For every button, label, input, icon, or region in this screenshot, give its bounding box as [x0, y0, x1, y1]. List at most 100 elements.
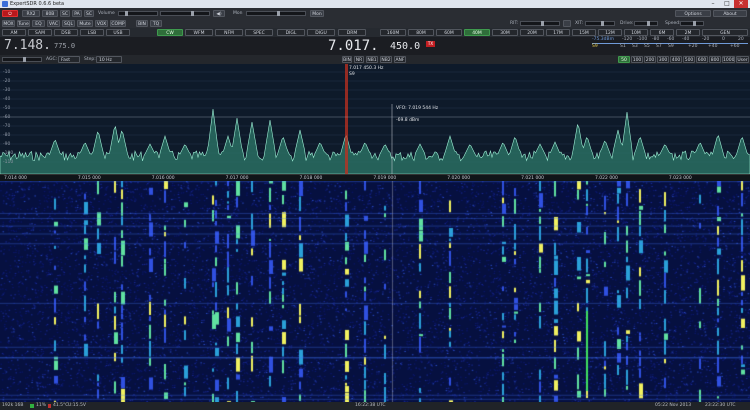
band-10m[interactable]: 10M [624, 29, 648, 36]
anf-button[interactable]: ANF [394, 56, 406, 63]
nb2-button[interactable]: NB2 [380, 56, 392, 63]
mon-button[interactable]: Mon [310, 10, 324, 17]
band-160m[interactable]: 160M [380, 29, 406, 36]
waterfall-display[interactable] [0, 181, 750, 402]
bin-dsp-button[interactable]: BIN [342, 56, 352, 63]
sample-select[interactable]: 80B [42, 10, 58, 17]
s-meter-bot-7: +40 [708, 44, 718, 49]
eq-button[interactable]: EQ [32, 20, 45, 27]
filter-50[interactable]: 50 [618, 56, 630, 63]
band-20m[interactable]: 20M [520, 29, 544, 36]
band-30m[interactable]: 30M [492, 29, 518, 36]
band-40m[interactable]: 40M [464, 29, 490, 36]
thermometer-icon [48, 404, 51, 408]
mox-button[interactable]: MOX [2, 20, 15, 27]
filter-400[interactable]: 400 [670, 56, 682, 63]
marker-s-level: S9 [349, 72, 355, 77]
rx-select[interactable]: RX2 [22, 10, 40, 17]
vfo-a-sub[interactable]: 775.0 [54, 42, 75, 50]
options-button[interactable]: Options [675, 10, 711, 17]
band-12m[interactable]: 12M [598, 29, 622, 36]
mute-button[interactable]: Mute [77, 20, 93, 27]
close-button[interactable]: ✕ [734, 0, 748, 8]
panorama-spectrum[interactable]: -10 -20 -30 -40 -50 -60 -70 -80 -90 -100 -110 7.01… [0, 64, 750, 174]
rf-gain-slider[interactable] [2, 57, 42, 62]
filter-user[interactable]: User [736, 56, 749, 63]
mode-dsb[interactable]: DSB [54, 29, 78, 36]
nr-button[interactable]: NR [354, 56, 364, 63]
volume-slider[interactable] [118, 11, 158, 16]
s-meter-top-1: -120 [622, 37, 633, 42]
mode-am[interactable]: AM [2, 29, 26, 36]
s-meter-top-3: -80 [652, 37, 660, 42]
tq-button[interactable]: TQ [150, 20, 162, 27]
mode-drm[interactable]: DRM [338, 29, 366, 36]
mode-sam[interactable]: SAM [28, 29, 52, 36]
db-label: -30 [3, 88, 11, 93]
sample-rate: 192k 16B [2, 403, 24, 408]
filter-500[interactable]: 500 [683, 56, 695, 63]
volume-slider-2[interactable] [160, 11, 210, 16]
bin-button[interactable]: BIN [136, 20, 148, 27]
filter-100[interactable]: 100 [631, 56, 643, 63]
mode-spec[interactable]: SPEC [245, 29, 273, 36]
rit-slider[interactable] [520, 21, 560, 26]
band-80m[interactable]: 80M [408, 29, 434, 36]
db-label: -100 [3, 151, 14, 156]
mon-slider[interactable] [246, 11, 306, 16]
speed-slider[interactable] [680, 21, 704, 26]
vfo-b-sub[interactable]: 450.0 [390, 41, 420, 52]
band-17m[interactable]: 17M [546, 29, 570, 36]
comp-button[interactable]: COMP [110, 20, 126, 27]
s-meter-s-label: S9 [592, 44, 598, 49]
sc2-button[interactable]: SC [84, 10, 94, 17]
vfo-a-main[interactable]: 7.148. [4, 38, 51, 53]
status-bar: 192k 16B 11% 41.5°C U:15.5V 16:22:38 UTC… [0, 402, 750, 410]
cpu-indicator-icon [30, 404, 34, 408]
speaker-button[interactable]: ◀) [213, 10, 225, 17]
mode-digu[interactable]: DIGU [307, 29, 335, 36]
band-2m[interactable]: 2M [676, 29, 700, 36]
vfo-display-row: 7.148. 775.0 7.017. 450.0 TX -75.3dBm S9… [0, 37, 750, 55]
vac-button[interactable]: VAC [47, 20, 60, 27]
band-6m[interactable]: 6M [650, 29, 674, 36]
temperature: 41.5°C [53, 403, 69, 408]
power-button[interactable]: ⏻ [2, 10, 18, 17]
tune-button[interactable]: Tune [17, 20, 30, 27]
band-15m[interactable]: 15M [572, 29, 596, 36]
speaker-icon: ◀) [216, 12, 222, 17]
vox-button[interactable]: VOX [95, 20, 108, 27]
agc-select[interactable]: Fast [58, 56, 80, 63]
filter-1000[interactable]: 1000 [722, 56, 735, 63]
vfo-b-main[interactable]: 7.017. [328, 38, 379, 54]
step-select[interactable]: 10 Hz [96, 56, 122, 63]
drive-slider[interactable] [634, 21, 658, 26]
voltage: U:15.5V [68, 403, 86, 408]
mode-cw[interactable]: CW [157, 29, 183, 36]
nb1-button[interactable]: NB1 [366, 56, 378, 63]
db-label: -70 [3, 124, 11, 129]
s-meter-top-4: -60 [667, 37, 675, 42]
band-gen[interactable]: GEN [702, 29, 748, 36]
filter-300[interactable]: 300 [657, 56, 669, 63]
s-meter-bot-1: S1 [620, 44, 626, 49]
mode-digl[interactable]: DIGL [277, 29, 305, 36]
xit-slider[interactable] [585, 21, 615, 26]
s-meter-bot-8: +60 [730, 44, 740, 49]
mode-nfm[interactable]: NFM [215, 29, 243, 36]
filter-600[interactable]: 600 [696, 56, 708, 63]
pa-button[interactable]: PA [72, 10, 82, 17]
about-button[interactable]: About [713, 10, 747, 17]
sc-button[interactable]: SC [60, 10, 70, 17]
minimize-button[interactable]: – [706, 0, 720, 8]
sql-button[interactable]: SQL [62, 20, 75, 27]
maximize-button[interactable]: □ [720, 0, 734, 8]
local-date: 05:22 Nov 2013 [655, 403, 692, 408]
filter-200[interactable]: 200 [644, 56, 656, 63]
band-60m[interactable]: 60M [436, 29, 462, 36]
filter-800[interactable]: 800 [709, 56, 721, 63]
mode-usb[interactable]: USB [106, 29, 130, 36]
rit-toggle[interactable] [563, 20, 571, 27]
mode-lsb[interactable]: LSB [80, 29, 104, 36]
mode-wfm[interactable]: WFM [185, 29, 213, 36]
